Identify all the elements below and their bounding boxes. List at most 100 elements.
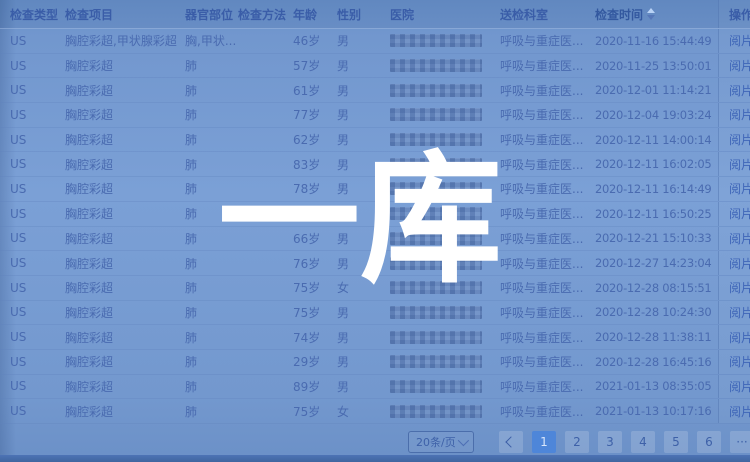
cell-age: 76岁	[293, 255, 337, 272]
cell-hospital	[390, 108, 500, 121]
view-images-link[interactable]: 阅片	[729, 156, 750, 173]
cell-type: US	[10, 281, 65, 295]
cell-gender: 男	[337, 378, 390, 395]
page-size-select[interactable]: 20条/页	[408, 431, 474, 453]
redacted-hospital-block	[390, 355, 482, 368]
cell-time: 2020-12-28 08:15:51	[595, 281, 718, 295]
cell-organ: 肺	[185, 131, 238, 148]
view-images-link[interactable]: 阅片	[729, 57, 750, 74]
cell-time: 2020-12-28 11:38:11	[595, 330, 718, 344]
cell-hospital	[390, 59, 500, 72]
cell-ops: 阅片	[718, 375, 750, 399]
cell-dept: 呼吸与重症医...	[500, 329, 595, 346]
view-images-link[interactable]: 阅片	[729, 180, 750, 197]
view-images-link[interactable]: 阅片	[729, 353, 750, 370]
column-header-hospital: 医院	[390, 6, 500, 23]
cell-gender: 男	[337, 57, 390, 74]
cell-dept: 呼吸与重症医...	[500, 180, 595, 197]
cell-organ: 肺	[185, 353, 238, 370]
view-images-link[interactable]: 阅片	[729, 131, 750, 148]
cell-type: US	[10, 34, 65, 48]
cell-hospital	[390, 331, 500, 344]
cell-time: 2020-12-01 11:14:21	[595, 83, 718, 97]
view-images-link[interactable]: 阅片	[729, 304, 750, 321]
cell-type: US	[10, 305, 65, 319]
cell-dept: 呼吸与重症医...	[500, 57, 595, 74]
view-images-link[interactable]: 阅片	[729, 230, 750, 247]
cell-item: 胸腔彩超	[65, 329, 185, 346]
table-row: US胸腔彩超肺57岁男呼吸与重症医...2020-11-25 13:50:01阅…	[0, 54, 750, 79]
cell-item: 胸腔彩超	[65, 378, 185, 395]
view-images-link[interactable]: 阅片	[729, 106, 750, 123]
cell-gender: 男	[337, 255, 390, 272]
cell-hospital	[390, 232, 500, 245]
cell-type: US	[10, 231, 65, 245]
cell-hospital	[390, 84, 500, 97]
cell-gender: 男	[337, 230, 390, 247]
cell-ops: 阅片	[718, 301, 750, 325]
cell-type: US	[10, 133, 65, 147]
page-ellipsis-button[interactable]: ···	[730, 431, 750, 453]
cell-item: 胸腔彩超,甲状腺彩超	[65, 32, 185, 49]
view-images-link[interactable]: 阅片	[729, 279, 750, 296]
prev-page-button[interactable]	[499, 431, 523, 453]
view-images-link[interactable]: 阅片	[729, 329, 750, 346]
view-images-link[interactable]: 阅片	[729, 255, 750, 272]
cell-type: US	[10, 182, 65, 196]
cell-age: 78岁	[293, 180, 337, 197]
column-header-time[interactable]: 检查时间	[595, 6, 718, 23]
table-row: US胸腔彩超肺29岁男呼吸与重症医...2020-12-28 16:45:16阅…	[0, 350, 750, 375]
table-row: US胸腔彩超肺75岁女呼吸与重症医...2021-01-13 10:17:16阅…	[0, 399, 750, 424]
cell-ops: 阅片	[718, 276, 750, 300]
cell-dept: 呼吸与重症医...	[500, 156, 595, 173]
page-button-5[interactable]: 5	[664, 431, 688, 453]
page-button-1[interactable]: 1	[532, 431, 556, 453]
cell-age: 76岁	[293, 205, 337, 222]
cell-time: 2020-12-11 14:00:14	[595, 133, 718, 147]
cell-gender: 男	[337, 180, 390, 197]
cell-gender: 女	[337, 279, 390, 296]
page-button-3[interactable]: 3	[598, 431, 622, 453]
cell-gender: 男	[337, 106, 390, 123]
cell-organ: 胸,甲状...	[185, 32, 238, 49]
redacted-hospital-block	[390, 232, 482, 245]
cell-type: US	[10, 83, 65, 97]
redacted-hospital-block	[390, 331, 482, 344]
cell-gender: 男	[337, 156, 390, 173]
table-row: US胸腔彩超,甲状腺彩超胸,甲状...46岁男呼吸与重症医...2020-11-…	[0, 29, 750, 54]
view-images-link[interactable]: 阅片	[729, 32, 750, 49]
redacted-hospital-block	[390, 306, 482, 319]
table-row: US胸腔彩超肺76岁男呼吸与重症医...2020-12-27 14:23:04阅…	[0, 251, 750, 276]
cell-hospital	[390, 281, 500, 294]
cell-ops: 阅片	[718, 325, 750, 349]
view-images-link[interactable]: 阅片	[729, 205, 750, 222]
cell-time: 2020-12-28 16:45:16	[595, 355, 718, 369]
view-images-link[interactable]: 阅片	[729, 82, 750, 99]
page-button-6[interactable]: 6	[697, 431, 721, 453]
cell-gender: 女	[337, 403, 390, 420]
redacted-hospital-block	[390, 133, 482, 146]
cell-hospital	[390, 133, 500, 146]
view-images-link[interactable]: 阅片	[729, 403, 750, 420]
redacted-hospital-block	[390, 182, 482, 195]
view-images-link[interactable]: 阅片	[729, 378, 750, 395]
cell-hospital	[390, 355, 500, 368]
cell-hospital	[390, 34, 500, 47]
page-button-4[interactable]: 4	[631, 431, 655, 453]
redacted-hospital-block	[390, 257, 482, 270]
table-row: US胸腔彩超肺89岁男呼吸与重症医...2021-01-13 08:35:05阅…	[0, 375, 750, 400]
cell-ops: 阅片	[718, 54, 750, 78]
cell-age: 77岁	[293, 106, 337, 123]
column-header-organ: 器官部位	[185, 6, 238, 23]
page-button-2[interactable]: 2	[565, 431, 589, 453]
sort-caret-icon[interactable]	[647, 8, 655, 20]
cell-type: US	[10, 404, 65, 418]
cell-dept: 呼吸与重症医...	[500, 304, 595, 321]
cell-organ: 肺	[185, 205, 238, 222]
cell-item: 胸腔彩超	[65, 180, 185, 197]
cell-hospital	[390, 380, 500, 393]
table-row: US胸腔彩超肺78岁男呼吸与重症医...2020-12-11 16:14:49阅…	[0, 177, 750, 202]
table-body: US胸腔彩超,甲状腺彩超胸,甲状...46岁男呼吸与重症医...2020-11-…	[0, 29, 750, 424]
cell-age: 75岁	[293, 304, 337, 321]
redacted-hospital-block	[390, 84, 482, 97]
